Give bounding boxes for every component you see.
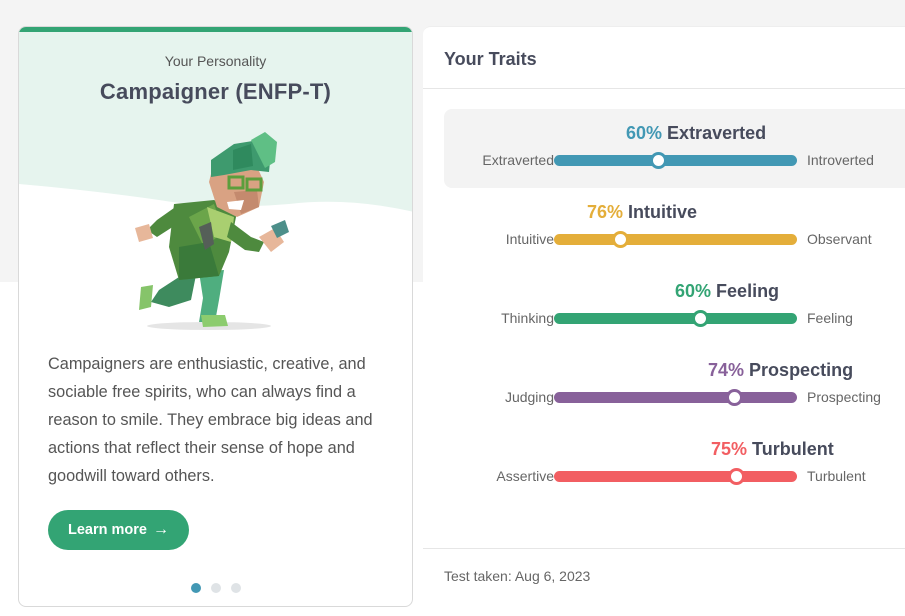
trait-percent: 76% (587, 202, 624, 222)
trait-bar (554, 231, 797, 248)
trait-right-label: Feeling (807, 310, 853, 326)
trait-right-label: Introverted (807, 152, 874, 168)
trait-right-label: Observant (807, 231, 872, 247)
trait-heading: 75% Turbulent (711, 439, 834, 460)
trait-name: Extraverted (667, 123, 767, 143)
traits-card: Your Traits 60% Extraverted Extraverted In… (423, 26, 905, 607)
trait-row-turbulent[interactable]: 75% Turbulent Assertive Turbulent (444, 425, 905, 504)
carousel-dot-2[interactable] (210, 583, 221, 593)
trait-name: Feeling (716, 281, 780, 301)
carousel-dot-1[interactable] (190, 583, 201, 593)
trait-bar (554, 152, 797, 169)
trait-slider-knob[interactable] (650, 152, 668, 169)
trait-bar (554, 310, 797, 327)
personality-description: Campaigners are enthusiastic, creative, … (48, 355, 373, 485)
learn-more-label: Learn more (68, 522, 147, 538)
trait-row-intuitive[interactable]: 76% Intuitive Intuitive Observant (444, 188, 905, 267)
trait-row-prospecting[interactable]: 74% Prospecting Judging Prospecting (444, 346, 905, 425)
trait-slider-knob[interactable] (725, 389, 743, 406)
learn-more-button[interactable]: Learn more → (48, 510, 189, 550)
trait-bar (554, 468, 797, 485)
trait-heading: 76% Intuitive (587, 202, 697, 223)
personality-type-title: Campaigner (ENFP-T) (99, 79, 332, 104)
divider (423, 548, 905, 549)
trait-heading: 74% Prospecting (708, 360, 853, 381)
trait-percent: 60% (675, 281, 712, 301)
trait-slider-knob[interactable] (611, 231, 629, 248)
trait-row-extraverted[interactable]: 60% Extraverted Extraverted Introverted (444, 109, 905, 188)
trait-row-feeling[interactable]: 60% Feeling Thinking Feeling (444, 267, 905, 346)
traits-title: Your Traits (444, 49, 537, 69)
trait-left-label: Assertive (496, 468, 554, 484)
arrow-right-icon: → (152, 521, 169, 538)
test-taken-date: Test taken: Aug 6, 2023 (444, 568, 591, 584)
personality-card: Your Personality Campaigner (ENFP-T) Cam… (18, 26, 413, 607)
trait-slider-knob[interactable] (728, 468, 746, 485)
trait-percent: 60% (626, 123, 663, 143)
trait-left-label: Judging (504, 389, 554, 405)
trait-heading: 60% Feeling (675, 281, 779, 302)
carousel-dot-3[interactable] (230, 583, 241, 593)
personality-subtitle: Your Personality (164, 53, 267, 69)
trait-left-label: Extraverted (482, 152, 554, 168)
trait-left-label: Thinking (501, 310, 554, 326)
carousel-pagination (19, 583, 412, 593)
trait-right-label: Turbulent (807, 468, 866, 484)
trait-heading: 60% Extraverted (626, 123, 766, 144)
divider (423, 88, 905, 89)
trait-name: Turbulent (752, 439, 834, 459)
trait-percent: 74% (708, 360, 745, 380)
trait-slider-knob[interactable] (691, 310, 709, 327)
trait-left-label: Intuitive (505, 231, 554, 247)
trait-right-label: Prospecting (807, 389, 881, 405)
trait-bar (554, 389, 797, 406)
trait-percent: 75% (711, 439, 748, 459)
trait-name: Prospecting (749, 360, 854, 380)
trait-name: Intuitive (628, 202, 698, 222)
